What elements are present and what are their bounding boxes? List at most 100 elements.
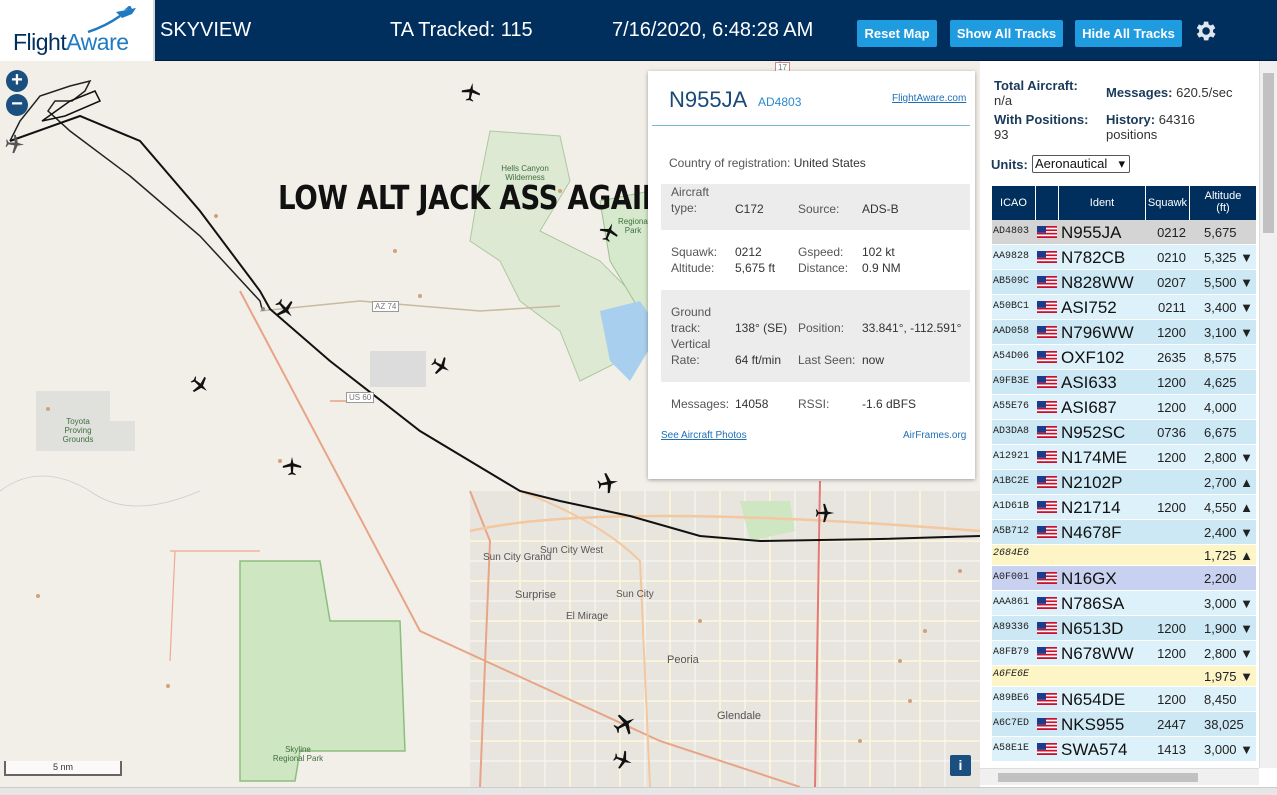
col-squawk[interactable]: Squawk bbox=[1146, 186, 1190, 220]
cell-altitude: 5,325 ▼ bbox=[1204, 250, 1254, 265]
us-flag-icon bbox=[1037, 351, 1057, 363]
col-icao[interactable]: ICAO bbox=[992, 186, 1036, 220]
flightaware-logo[interactable]: FlightAware bbox=[0, 0, 155, 61]
flightaware-link[interactable]: FlightAware.com bbox=[892, 93, 966, 104]
cell-squawk: 1413 bbox=[1157, 742, 1186, 757]
table-header: ICAO Ident Squawk Altitude (ft) bbox=[992, 186, 1256, 220]
table-row[interactable]: A89BE6 N654DE 1200 8,450 bbox=[992, 687, 1256, 712]
us-flag-icon bbox=[1037, 226, 1057, 238]
us-flag-icon bbox=[1037, 451, 1057, 463]
horizontal-scrollbar[interactable] bbox=[980, 768, 1259, 785]
cell-icao: A6FE6E bbox=[993, 669, 1030, 680]
table-row[interactable]: A54D06 OXF102 2635 8,575 bbox=[992, 345, 1256, 370]
table-row[interactable]: A0F001 N16GX 2,200 bbox=[992, 566, 1256, 591]
cell-squawk: 1200 bbox=[1157, 621, 1186, 636]
aircraft-icon[interactable] bbox=[598, 221, 620, 243]
table-row[interactable]: AD3DA8 N952SC 0736 6,675 bbox=[992, 420, 1256, 445]
cell-ident: ASI633 bbox=[1061, 373, 1117, 392]
cell-squawk: 0210 bbox=[1157, 250, 1186, 265]
cell-altitude: 3,400 ▼ bbox=[1204, 300, 1254, 315]
table-row[interactable]: A1BC2E N2102P 2,700 ▲ bbox=[992, 470, 1256, 495]
table-row[interactable]: AAA861 N786SA 3,000 ▼ bbox=[992, 591, 1256, 616]
aircraft-icon[interactable] bbox=[814, 502, 836, 524]
scrollbar-thumb[interactable] bbox=[998, 773, 1198, 782]
tracked-count: TA Tracked: 115 bbox=[390, 19, 533, 41]
cell-altitude: 3,100 ▼ bbox=[1204, 325, 1254, 340]
table-row[interactable]: A6FE6E 1,975 ▼ bbox=[992, 666, 1256, 687]
table-row[interactable]: A55E76 ASI687 1200 4,000 bbox=[992, 395, 1256, 420]
distance-label: Distance: bbox=[798, 261, 849, 275]
aircraft-icon[interactable] bbox=[430, 355, 452, 377]
squawk-value: 0212 bbox=[735, 245, 762, 259]
cell-altitude: 1,975 ▼ bbox=[1204, 669, 1254, 684]
table-row[interactable]: A12921 N174ME 1200 2,800 ▼ bbox=[992, 445, 1256, 470]
zoom-out-button[interactable]: − bbox=[6, 94, 28, 116]
scrollbar-thumb[interactable] bbox=[1263, 73, 1274, 233]
rssi-label: RSSI: bbox=[798, 397, 830, 411]
us-flag-icon bbox=[1037, 326, 1057, 338]
table-row[interactable]: A1D61B N21714 1200 4,550 ▲ bbox=[992, 495, 1256, 520]
table-row[interactable]: A89336 N6513D 1200 1,900 ▼ bbox=[992, 616, 1256, 641]
aircraft-icon[interactable] bbox=[460, 81, 482, 103]
cell-icao: A55E76 bbox=[993, 401, 1030, 412]
cell-squawk: 0211 bbox=[1158, 300, 1186, 315]
cell-ident: N16GX bbox=[1061, 569, 1117, 588]
col-altitude[interactable]: Altitude (ft) bbox=[1190, 186, 1256, 220]
scale-bar: 5 nm bbox=[4, 761, 122, 776]
cell-icao: A12921 bbox=[993, 451, 1030, 462]
cell-icao: A9FB3E bbox=[993, 376, 1030, 387]
cell-altitude: 3,000 ▼ bbox=[1204, 742, 1254, 757]
gear-icon[interactable] bbox=[1192, 18, 1218, 44]
see-aircraft-photos-link[interactable]: See Aircraft Photos bbox=[661, 430, 747, 441]
table-row[interactable]: A50BC1 ASI752 0211 3,400 ▼ bbox=[992, 295, 1256, 320]
messages-label: Messages: bbox=[671, 397, 730, 411]
cell-squawk: 0212 bbox=[1157, 225, 1186, 240]
cell-icao: A50BC1 bbox=[993, 301, 1030, 312]
aircraft-icon[interactable] bbox=[612, 711, 638, 737]
aircraft-icon[interactable] bbox=[596, 471, 620, 495]
with-positions: With Positions: 93 bbox=[994, 112, 1089, 142]
hide-all-tracks-button[interactable]: Hide All Tracks bbox=[1075, 20, 1182, 47]
cell-icao: A1D61B bbox=[993, 501, 1030, 512]
table-row[interactable]: A6C7ED NKS955 2447 38,025 bbox=[992, 712, 1256, 737]
col-flag[interactable] bbox=[1036, 186, 1059, 220]
table-row[interactable]: A9FB3E ASI633 1200 4,625 bbox=[992, 370, 1256, 395]
vertical-scrollbar[interactable] bbox=[1259, 61, 1277, 768]
trend-icon: ▲ bbox=[1240, 475, 1254, 490]
place-peoria: Peoria bbox=[667, 654, 699, 666]
units-select[interactable]: Aeronautical ▾ bbox=[1032, 155, 1130, 173]
zoom-in-button[interactable]: + bbox=[6, 70, 28, 92]
table-row[interactable]: AD4803 N955JA 0212 5,675 bbox=[992, 220, 1256, 245]
col-ident[interactable]: Ident bbox=[1059, 186, 1146, 220]
cell-ident: SWA574 bbox=[1061, 740, 1128, 759]
table-row[interactable]: A58E1E SWA574 1413 3,000 ▼ bbox=[992, 737, 1256, 762]
trend-icon: ▼ bbox=[1240, 275, 1254, 290]
aircraft-type-value: C172 bbox=[735, 202, 764, 216]
airframes-link[interactable]: AirFrames.org bbox=[903, 430, 966, 441]
cell-altitude: 4,550 ▲ bbox=[1204, 500, 1254, 515]
aircraft-icon[interactable] bbox=[189, 374, 211, 396]
aircraft-icon[interactable] bbox=[281, 455, 303, 477]
table-row[interactable]: AA9828 N782CB 0210 5,325 ▼ bbox=[992, 245, 1256, 270]
show-all-tracks-button[interactable]: Show All Tracks bbox=[950, 20, 1063, 47]
aircraft-icon[interactable] bbox=[612, 749, 634, 771]
cell-ident: OXF102 bbox=[1061, 348, 1125, 367]
cell-ident: ASI752 bbox=[1061, 298, 1117, 317]
popup-divider bbox=[652, 125, 970, 126]
cell-altitude: 38,025 bbox=[1204, 717, 1244, 732]
cell-icao: A89336 bbox=[993, 622, 1030, 633]
table-row[interactable]: 2684E6 1,725 ▲ bbox=[992, 545, 1256, 566]
road-label-us60: US 60 bbox=[346, 392, 375, 403]
table-row[interactable]: AAD058 N796WW 1200 3,100 ▼ bbox=[992, 320, 1256, 345]
reset-map-button[interactable]: Reset Map bbox=[857, 20, 937, 47]
cell-ident: N2102P bbox=[1061, 473, 1123, 492]
selected-aircraft-icon[interactable] bbox=[273, 297, 297, 321]
table-row[interactable]: A5B712 N4678F 2,400 ▼ bbox=[992, 520, 1256, 545]
lastseen-value: now bbox=[862, 353, 885, 367]
trend-icon: ▼ bbox=[1240, 669, 1254, 684]
table-row[interactable]: AB509C N828WW 0207 5,500 ▼ bbox=[992, 270, 1256, 295]
aircraft-icon[interactable] bbox=[4, 133, 26, 155]
cell-ident: N174ME bbox=[1061, 448, 1128, 467]
info-button[interactable]: i bbox=[950, 755, 971, 776]
table-row[interactable]: A8FB79 N678WW 1200 2,800 ▼ bbox=[992, 641, 1256, 666]
